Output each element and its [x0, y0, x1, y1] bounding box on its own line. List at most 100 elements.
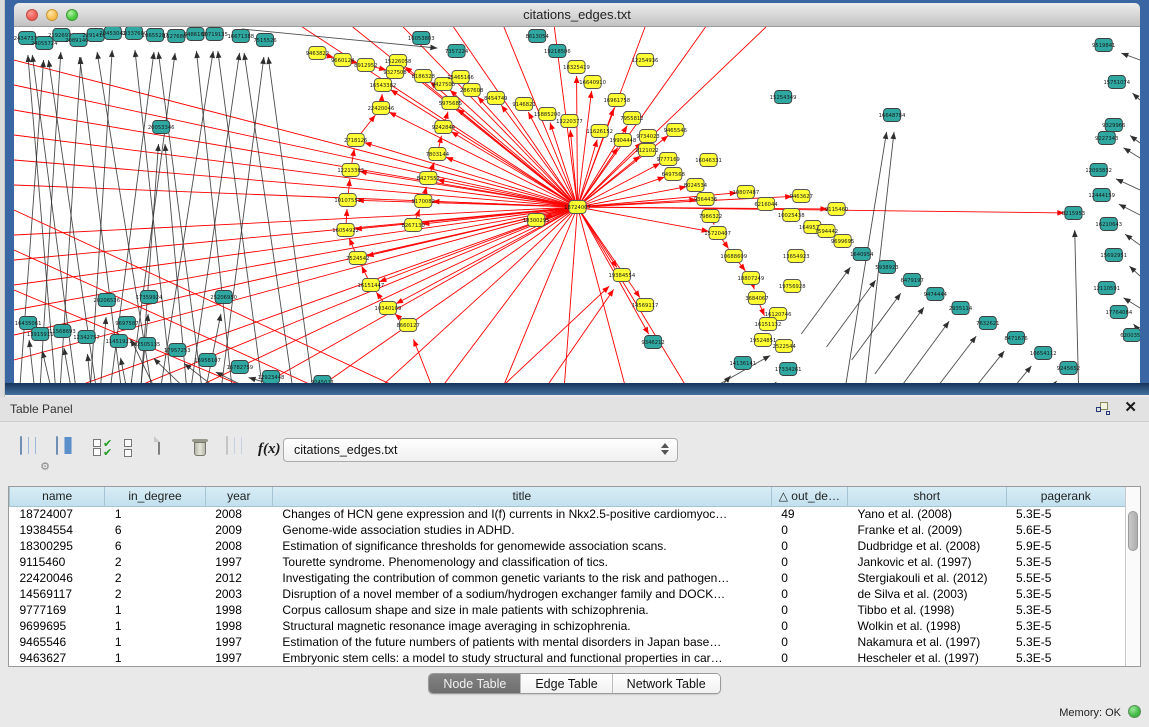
table-mode-icon[interactable]: ⚙: [20, 437, 46, 467]
graph-node-label: 10107553: [334, 198, 361, 204]
cell-out_degree: 0: [771, 602, 847, 618]
edge-arrow-icon: [209, 51, 215, 58]
graph-node-label: 16782759: [226, 365, 253, 371]
graph-edge[interactable]: [14, 207, 578, 235]
graph-node-label: 18325419: [563, 65, 590, 71]
graph-edge[interactable]: [262, 207, 578, 385]
network-window-titlebar[interactable]: citations_edges.txt: [14, 3, 1140, 27]
graph-node-label: 12254936: [632, 58, 659, 64]
graph-node-label: 13654923: [783, 254, 810, 260]
tab-node-table[interactable]: Node Table: [429, 674, 520, 693]
table-row[interactable]: 2242004622012Investigating the contribut…: [10, 570, 1126, 586]
column-header-out_degree[interactable]: △ out_de…: [771, 487, 847, 506]
graph-edge[interactable]: [218, 51, 262, 385]
column-header-short[interactable]: short: [847, 487, 1006, 506]
graph-edge[interactable]: [364, 143, 577, 207]
scrollbar-thumb[interactable]: [1128, 511, 1138, 551]
unselect-all-columns-icon[interactable]: [124, 437, 150, 467]
graph-edge[interactable]: [413, 339, 433, 385]
graph-node-label: 9427508: [432, 82, 455, 88]
network-view-window: citations_edges.txt 24347374240557242192…: [5, 0, 1149, 395]
column-header-name[interactable]: name: [10, 487, 105, 506]
show-column-icon[interactable]: [56, 437, 82, 467]
function-builder-icon[interactable]: f(x): [258, 441, 284, 471]
column-header-year[interactable]: year: [205, 487, 272, 506]
graph-node-label: 14569117: [632, 303, 659, 309]
tab-edge-table[interactable]: Edge Table: [520, 674, 611, 693]
table-row[interactable]: 1938455462009Genome-wide association stu…: [10, 522, 1126, 538]
graph-edge[interactable]: [875, 307, 924, 374]
graph-edge[interactable]: [268, 57, 312, 385]
graph-edge[interactable]: [578, 207, 640, 298]
edge-arrow-icon: [171, 53, 177, 60]
memory-status-icon[interactable]: [1128, 705, 1141, 718]
column-header-title[interactable]: title: [272, 487, 771, 506]
graph-edge[interactable]: [900, 321, 949, 385]
graph-edge[interactable]: [577, 76, 578, 207]
graph-edge[interactable]: [956, 351, 1005, 385]
edge-arrow-icon: [588, 91, 594, 98]
tab-network-table[interactable]: Network Table: [612, 674, 720, 693]
graph-node-label: 15465166: [447, 75, 474, 81]
graph-edge[interactable]: [446, 157, 578, 207]
graph-edge[interactable]: [14, 207, 578, 335]
graph-edge[interactable]: [14, 160, 578, 207]
graph-edge[interactable]: [14, 207, 578, 285]
table-panel-titlebar[interactable]: Table Panel ✕: [0, 397, 1149, 422]
network-graph[interactable]: 2434737424055724219269742089140622914163…: [14, 27, 1140, 385]
column-header-in_degree[interactable]: in_degree: [105, 487, 205, 506]
table-select-dropdown[interactable]: citations_edges.txt: [283, 438, 678, 462]
table-row[interactable]: 1830029562008Estimation of significance …: [10, 538, 1126, 554]
graph-node-label: 15226058: [385, 59, 412, 65]
edge-arrow-icon: [918, 307, 924, 314]
float-panel-icon[interactable]: [1096, 401, 1110, 415]
edge-arrow-icon: [568, 130, 574, 137]
graph-node-label: 11451921: [105, 339, 132, 345]
cell-out_degree: 49: [771, 506, 847, 522]
graph-node-label: 16046331: [695, 158, 722, 164]
graph-edge[interactable]: [14, 110, 578, 207]
column-header-pagerank[interactable]: pagerank: [1006, 487, 1125, 506]
table-row[interactable]: 1456911722003Disruption of a novel membe…: [10, 586, 1126, 602]
graph-edge[interactable]: [578, 207, 709, 231]
graph-node-label: 12505135: [134, 342, 161, 348]
graph-edge[interactable]: [578, 207, 686, 385]
graph-edge[interactable]: [222, 57, 264, 385]
graph-node-label: 9364436: [694, 197, 717, 203]
graph-node-label: 9329966: [1102, 123, 1125, 129]
graph-node-label: 9777169: [657, 157, 680, 163]
graph-edge[interactable]: [201, 207, 577, 385]
graph-node-label: 20206536: [93, 298, 120, 304]
vertical-scrollbar[interactable]: [1125, 487, 1140, 666]
select-all-columns-icon[interactable]: ✔✔: [93, 439, 119, 469]
table-row[interactable]: 977716911998Corpus callosum shape and si…: [10, 602, 1126, 618]
graph-node-label: 2935114: [949, 306, 973, 312]
graph-node-label: 1640954: [850, 252, 874, 258]
network-canvas[interactable]: 2434737424055724219269742089140622914163…: [14, 27, 1140, 385]
graph-edge[interactable]: [322, 207, 577, 385]
graph-edge[interactable]: [927, 336, 976, 385]
graph-edge[interactable]: [158, 52, 201, 385]
table-row[interactable]: 1872400712008Changes of HCN gene express…: [10, 506, 1126, 522]
graph-edge[interactable]: [389, 112, 577, 207]
edge-arrow-icon: [150, 52, 156, 59]
edge-arrow-icon: [739, 264, 746, 271]
create-table-icon[interactable]: [158, 437, 184, 467]
edge-arrow-icon: [883, 132, 889, 139]
table-row[interactable]: 946554611997Estimation of the future num…: [10, 634, 1126, 650]
graph-node-label: 15692951: [1100, 253, 1127, 259]
cell-in_degree: 2: [105, 570, 205, 586]
table-row[interactable]: 911546021997Tourette syndrome. Phenomeno…: [10, 554, 1126, 570]
table-row[interactable]: 969969511998Structural magnetic resonanc…: [10, 618, 1126, 634]
edge-arrow-icon: [446, 157, 454, 162]
graph-edge[interactable]: [191, 53, 239, 385]
graph-edge[interactable]: [578, 207, 625, 385]
graph-node-label: 3684067: [745, 296, 768, 302]
table-row[interactable]: 946362711997Embryonic stem cells: a mode…: [10, 650, 1126, 666]
graph-node-label: 16640910: [579, 80, 606, 86]
graph-edge[interactable]: [14, 60, 578, 207]
close-panel-icon[interactable]: ✕: [1124, 401, 1137, 415]
graph-node-label: 10340109: [375, 306, 402, 312]
cell-in_degree: 2: [105, 586, 205, 602]
graph-edge[interactable]: [504, 286, 609, 385]
